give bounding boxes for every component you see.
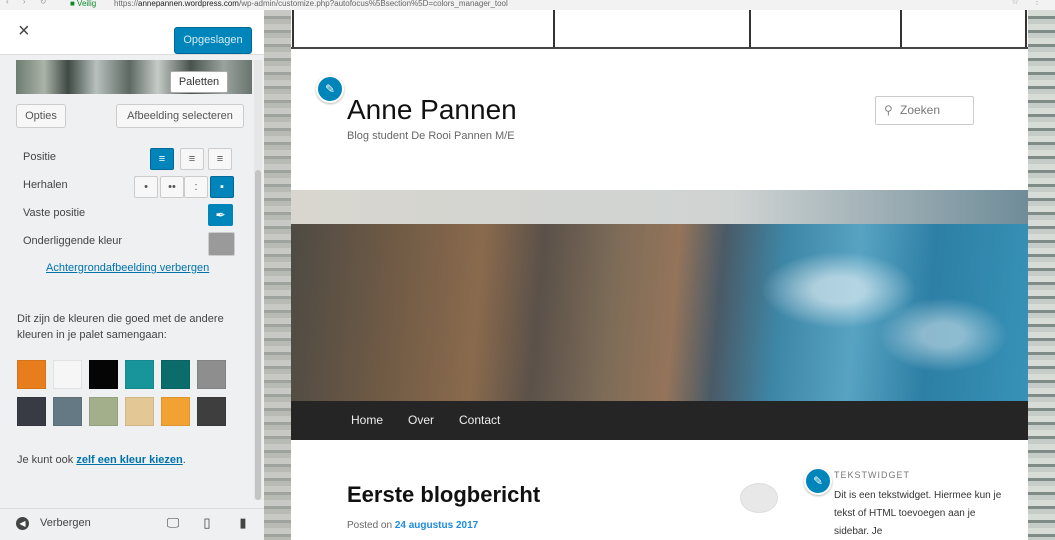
browser-menu-icons[interactable]: ☆ ⋮ — [1012, 0, 1047, 6]
hide-controls-button[interactable]: Verbergen — [40, 517, 91, 529]
divider — [1025, 10, 1027, 47]
pin-icon[interactable]: ✒ — [208, 204, 233, 226]
header-image-sky — [291, 190, 1028, 224]
tablet-preview-icon[interactable]: ▯ — [200, 515, 214, 531]
align-center-icon[interactable]: ≡ — [180, 148, 204, 170]
sidebar-scrollbar[interactable] — [254, 60, 262, 500]
background-pattern-right — [1028, 10, 1055, 540]
post-meta: Posted on 24 augustus 2017 — [347, 520, 478, 531]
close-icon[interactable]: × — [18, 19, 30, 43]
site-page: ✎ Anne Pannen Blog student De Rooi Panne… — [291, 10, 1028, 540]
palette-description: Dit zijn de kleuren die goed met de ande… — [17, 313, 224, 341]
select-image-button[interactable]: Afbeelding selecteren — [116, 104, 244, 128]
divider — [553, 10, 555, 47]
color-swatch[interactable] — [53, 397, 82, 426]
nav-contact[interactable]: Contact — [459, 413, 500, 427]
options-button[interactable]: Opties — [16, 104, 66, 128]
nav-over[interactable]: Over — [408, 413, 434, 427]
comment-bubble-icon[interactable] — [740, 483, 778, 513]
browser-nav-icons[interactable]: ‹ › ↻ — [6, 0, 52, 6]
color-swatch[interactable] — [161, 397, 190, 426]
widget-title: TEKSTWIDGET — [834, 470, 910, 480]
post-date-link[interactable]: 24 augustus 2017 — [395, 520, 478, 531]
repeat-label: Herhalen — [23, 179, 68, 191]
header-image-waves — [761, 230, 1021, 380]
divider — [292, 10, 294, 47]
choose-color-link[interactable]: zelf een kleur kiezen — [76, 454, 182, 466]
color-swatch[interactable] — [17, 360, 46, 389]
search-icon: ⚲ — [884, 103, 893, 117]
color-swatch[interactable] — [161, 360, 190, 389]
hide-background-link[interactable]: Achtergrondafbeelding verbergen — [46, 262, 209, 274]
saved-button[interactable]: Opgeslagen — [174, 27, 252, 54]
choose-suffix: . — [182, 454, 186, 466]
align-right-icon[interactable]: ≡ — [208, 148, 232, 170]
site-tagline: Blog student De Rooi Pannen M/E — [347, 130, 515, 142]
color-swatch[interactable] — [89, 360, 118, 389]
mobile-preview-icon[interactable]: ▮ — [236, 515, 250, 531]
divider — [900, 10, 902, 47]
site-preview: ✎ Anne Pannen Blog student De Rooi Panne… — [264, 10, 1055, 540]
repeat-none-icon[interactable]: • — [134, 176, 158, 198]
palettes-tooltip: Paletten — [170, 71, 228, 93]
align-left-icon[interactable]: ≡ — [150, 148, 174, 170]
url-path: /wp-admin/customize.php?autofocus%5Bsect… — [238, 0, 508, 8]
sidebar-header: × Opgeslagen — [0, 10, 264, 55]
color-swatch[interactable] — [125, 397, 154, 426]
url-host: annepannen.wordpress.com — [138, 0, 239, 8]
nav-home[interactable]: Home — [351, 413, 383, 427]
color-swatch[interactable] — [17, 397, 46, 426]
customizer-sidebar: × Opgeslagen Paletten Opties Afbeelding … — [0, 10, 265, 540]
header-image — [291, 190, 1028, 401]
underlying-color-label: Onderliggende kleur — [23, 235, 123, 247]
color-swatch[interactable] — [197, 360, 226, 389]
desktop-preview-icon[interactable]: 🖵 — [166, 515, 180, 531]
divider — [749, 10, 751, 47]
url-prefix: https:// — [114, 0, 139, 8]
top-header-image — [291, 10, 1028, 49]
repeat-y-icon[interactable]: : — [184, 176, 208, 198]
choose-color-text: Je kunt ook zelf een kleur kiezen. — [17, 454, 186, 466]
address-bar[interactable]: https://annepannen.wordpress.com/wp-admi… — [114, 0, 508, 8]
color-swatch[interactable] — [197, 397, 226, 426]
collapse-icon[interactable]: ◀ — [16, 517, 29, 530]
scrollbar-thumb[interactable] — [255, 170, 261, 500]
widget-text: Dit is een tekstwidget. Hiermee kun je t… — [834, 490, 1002, 537]
color-swatch[interactable] — [125, 360, 154, 389]
main-navigation: Home Over Contact — [291, 401, 1028, 440]
post-title[interactable]: Eerste blogbericht — [347, 482, 540, 508]
repeat-both-icon[interactable]: ▪ — [210, 176, 234, 198]
underlying-color-picker[interactable] — [208, 232, 235, 256]
fixed-position-label: Vaste positie — [23, 207, 86, 219]
site-title[interactable]: Anne Pannen — [347, 94, 517, 126]
posted-prefix: Posted on — [347, 520, 395, 531]
edit-widget-icon[interactable]: ✎ — [804, 467, 832, 495]
background-pattern-left — [264, 10, 291, 540]
secure-badge: ■ Veilig — [70, 0, 97, 8]
color-swatch[interactable] — [89, 397, 118, 426]
color-swatch[interactable] — [53, 360, 82, 389]
repeat-x-icon[interactable]: •• — [160, 176, 184, 198]
search-input[interactable]: ⚲ Zoeken — [875, 96, 974, 125]
choose-prefix: Je kunt ook — [17, 454, 77, 466]
edit-site-title-icon[interactable]: ✎ — [316, 75, 344, 103]
position-label: Positie — [23, 151, 57, 163]
sidebar-footer: ◀ Verbergen 🖵 ▯ ▮ — [0, 508, 264, 540]
search-placeholder: Zoeken — [900, 103, 941, 117]
